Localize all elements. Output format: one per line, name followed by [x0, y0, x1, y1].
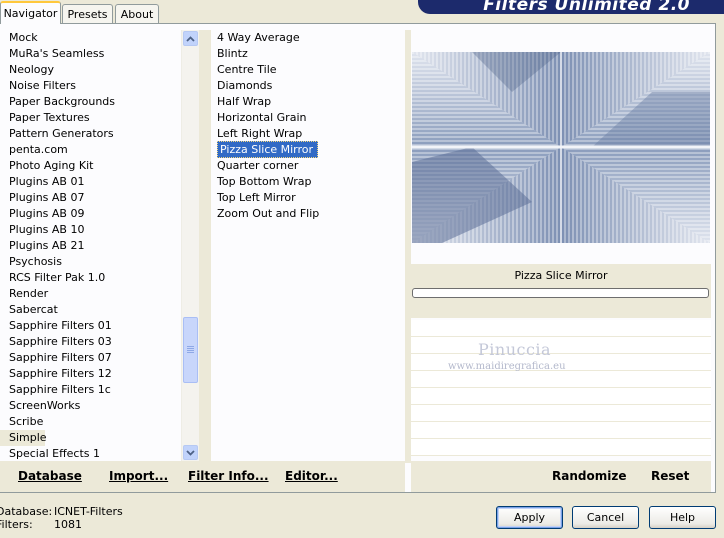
category-item[interactable]: Scribe	[0, 414, 180, 430]
category-item[interactable]: Render	[0, 286, 180, 302]
filter-item[interactable]: Zoom Out and Flip	[212, 206, 405, 222]
reset-button[interactable]: Reset	[651, 469, 689, 483]
category-item[interactable]: Plugins AB 07	[0, 190, 180, 206]
preview-filter-name: Pizza Slice Mirror	[514, 269, 608, 282]
editor-button[interactable]: Editor...	[285, 469, 338, 483]
apply-button[interactable]: Apply	[496, 506, 563, 529]
title-banner: Filters Unlimited 2.0	[418, 0, 724, 14]
category-item[interactable]: Mock	[0, 30, 180, 46]
filter-item-label: Blintz	[217, 47, 248, 60]
cancel-button[interactable]: Cancel	[572, 506, 639, 529]
progress-bar	[412, 288, 709, 298]
filter-item-label: Zoom Out and Flip	[217, 207, 320, 220]
randomize-button[interactable]: Randomize	[552, 469, 626, 483]
filter-item-label: Top Left Mirror	[217, 191, 296, 204]
filter-item[interactable]: Centre Tile	[212, 62, 405, 78]
category-item[interactable]: Paper Textures	[0, 110, 180, 126]
preview-image	[412, 52, 710, 243]
filter-item[interactable]: Left Right Wrap	[212, 126, 405, 142]
filter-item[interactable]: Pizza Slice Mirror	[212, 141, 405, 158]
category-item[interactable]: ScreenWorks	[0, 398, 180, 414]
database-label: Database:	[0, 505, 53, 518]
filter-item-label: Pizza Slice Mirror	[217, 141, 319, 158]
filter-item[interactable]: Top Left Mirror	[212, 190, 405, 206]
category-item[interactable]: Plugins AB 21	[0, 238, 180, 254]
watermark-url: www.maidiregrafica.eu	[448, 361, 566, 372]
filter-item-label: Half Wrap	[217, 95, 272, 108]
help-button[interactable]: Help	[649, 506, 716, 529]
filter-item[interactable]: Blintz	[212, 46, 405, 62]
filter-item-label: Top Bottom Wrap	[217, 175, 312, 188]
category-item[interactable]: Paper Backgrounds	[0, 94, 180, 110]
scroll-thumb[interactable]	[183, 317, 198, 383]
category-item[interactable]: Plugins AB 10	[0, 222, 180, 238]
filter-item-label: 4 Way Average	[217, 31, 300, 44]
category-item[interactable]: Sapphire Filters 12	[0, 366, 180, 382]
category-item[interactable]: penta.com	[0, 142, 180, 158]
chevron-down-icon	[186, 449, 195, 456]
preview-area: Pizza Slice Mirror Pinuccia www.maidireg…	[411, 30, 711, 463]
banner-title: Filters Unlimited 2.0	[483, 0, 690, 14]
control-slot	[411, 422, 711, 439]
filter-item-label: Horizontal Grain	[217, 111, 307, 124]
category-item[interactable]: Sabercat	[0, 302, 180, 318]
category-item[interactable]: Simple	[0, 430, 47, 446]
tab-presets[interactable]: Presets	[62, 4, 113, 23]
chevron-up-icon	[186, 35, 195, 42]
category-item[interactable]: Psychosis	[0, 254, 180, 270]
filter-list[interactable]: 4 Way Average Blintz Centre Tile Diamonds Ha…	[212, 30, 405, 463]
category-item[interactable]: Sapphire Filters 07	[0, 350, 180, 366]
filter-item[interactable]: 4 Way Average	[212, 30, 405, 46]
filter-name-strip: Pizza Slice Mirror	[411, 264, 711, 318]
category-item[interactable]: Neology	[0, 62, 180, 78]
category-item[interactable]: Special Effects 1	[0, 446, 180, 462]
scroll-up-button[interactable]	[183, 31, 198, 46]
list-separator	[199, 30, 211, 463]
filters-count: 1081	[54, 518, 82, 531]
tab-navigator[interactable]: Navigator	[0, 1, 61, 24]
filter-item[interactable]: Horizontal Grain	[212, 110, 405, 126]
filter-item-label: Quarter corner	[217, 159, 299, 172]
database-button[interactable]: Database	[18, 469, 82, 483]
database-value: ICNET-Filters	[54, 505, 123, 518]
category-scrollbar[interactable]	[181, 30, 199, 462]
category-item[interactable]: Sapphire Filters 01	[0, 318, 180, 334]
category-item[interactable]: MuRa's Seamless	[0, 46, 180, 62]
category-list[interactable]: Mock MuRa's Seamless Neology Noise Filters P…	[0, 30, 180, 462]
control-slot	[411, 371, 711, 388]
category-item[interactable]: Noise Filters	[0, 78, 180, 94]
import-button[interactable]: Import...	[109, 469, 168, 483]
control-slot	[411, 337, 711, 354]
category-item[interactable]: Sapphire Filters 03	[0, 334, 180, 350]
filter-item[interactable]: Top Bottom Wrap	[212, 174, 405, 190]
control-slot	[411, 388, 711, 405]
category-item[interactable]: Pattern Generators	[0, 126, 180, 142]
filters-label: Filters:	[0, 518, 33, 531]
tab-about[interactable]: About	[115, 4, 159, 23]
category-item[interactable]: RCS Filter Pak 1.0	[0, 270, 180, 286]
category-item[interactable]: Plugins AB 01	[0, 174, 180, 190]
filter-item-label: Left Right Wrap	[217, 127, 303, 140]
control-slot	[411, 405, 711, 422]
filter-item[interactable]: Diamonds	[212, 78, 405, 94]
category-item[interactable]: Sapphire Filters 1c	[0, 382, 180, 398]
filter-info-button[interactable]: Filter Info...	[188, 469, 269, 483]
scroll-down-button[interactable]	[183, 445, 198, 460]
filter-item-label: Centre Tile	[217, 63, 277, 76]
category-item[interactable]: Plugins AB 09	[0, 206, 180, 222]
control-slot	[411, 439, 711, 456]
filter-item[interactable]: Half Wrap	[212, 94, 405, 110]
navigator-panel: Mock MuRa's Seamless Neology Noise Filters P…	[0, 23, 716, 493]
category-item[interactable]: Photo Aging Kit	[0, 158, 180, 174]
watermark-name: Pinuccia	[478, 340, 552, 359]
filter-item[interactable]: Quarter corner	[212, 158, 405, 174]
control-slot	[411, 320, 711, 337]
filter-item-label: Diamonds	[217, 79, 273, 92]
